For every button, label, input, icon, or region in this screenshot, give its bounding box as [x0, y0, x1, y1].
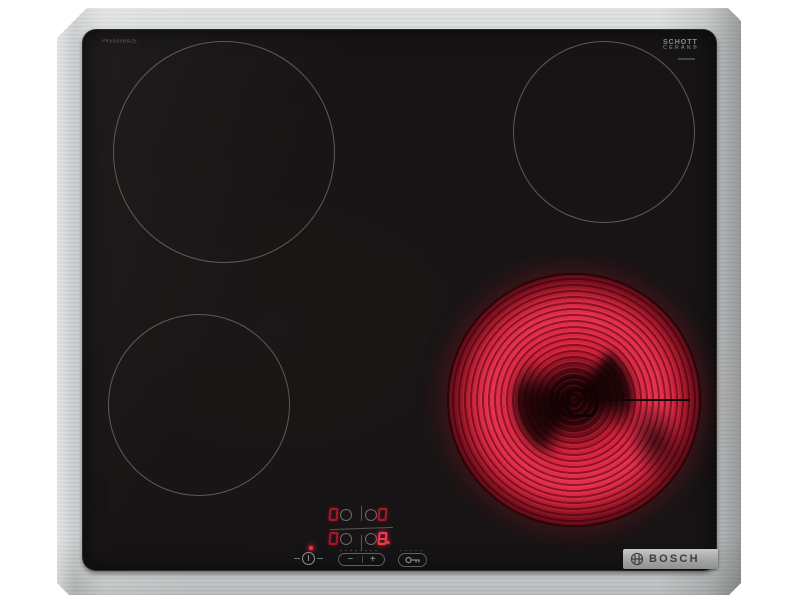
bosch-armature-icon — [630, 552, 644, 566]
heat-limiter-head — [566, 389, 598, 417]
zone-select-back-left[interactable] — [340, 509, 352, 521]
cooking-zone-front-right-heating — [447, 273, 701, 527]
zone-select-front-left[interactable] — [340, 533, 352, 545]
cooking-zone-back-right — [513, 41, 695, 223]
bosch-badge: BOSCH — [623, 549, 718, 569]
schott-fineprint-mark — [678, 58, 695, 60]
lock-tick-marks — [400, 550, 422, 551]
display-back-right — [377, 508, 388, 521]
minus-button[interactable]: − — [339, 554, 362, 565]
child-lock-button[interactable] — [398, 553, 427, 567]
display-front-left — [328, 532, 339, 545]
zone-select-back-right[interactable] — [365, 509, 377, 521]
power-frame-mark — [317, 558, 323, 559]
ceramic-glass-surface: PKE645BA2E SCHOTT CERAN® − + BOSCH — [83, 30, 718, 570]
schott-logo-line2: CERAN® — [663, 45, 699, 52]
display-divider — [330, 526, 393, 531]
cooktop-steel-frame: PKE645BA2E SCHOTT CERAN® − + BOSCH — [57, 8, 741, 595]
display-back-left — [328, 508, 339, 521]
cooking-zone-back-left — [113, 41, 335, 263]
power-button[interactable] — [302, 552, 315, 565]
cooking-zone-front-left — [108, 314, 290, 496]
display-divider — [361, 535, 362, 550]
model-label: PKE645BA2E — [102, 39, 138, 45]
display-front-right — [377, 532, 388, 545]
bosch-logo-text: BOSCH — [649, 553, 700, 565]
power-frame-mark — [294, 558, 300, 559]
display-divider — [361, 506, 362, 521]
power-led — [309, 546, 313, 550]
zone-select-front-right[interactable] — [365, 533, 377, 545]
key-lock-icon — [404, 556, 419, 564]
power-standby-icon — [307, 555, 310, 561]
schott-ceran-logo: SCHOTT CERAN® — [663, 39, 699, 52]
plus-button[interactable]: + — [362, 554, 385, 565]
power-level-displays — [326, 504, 398, 552]
stepper-tick-marks — [340, 550, 380, 551]
power-stepper: − + — [338, 553, 385, 566]
